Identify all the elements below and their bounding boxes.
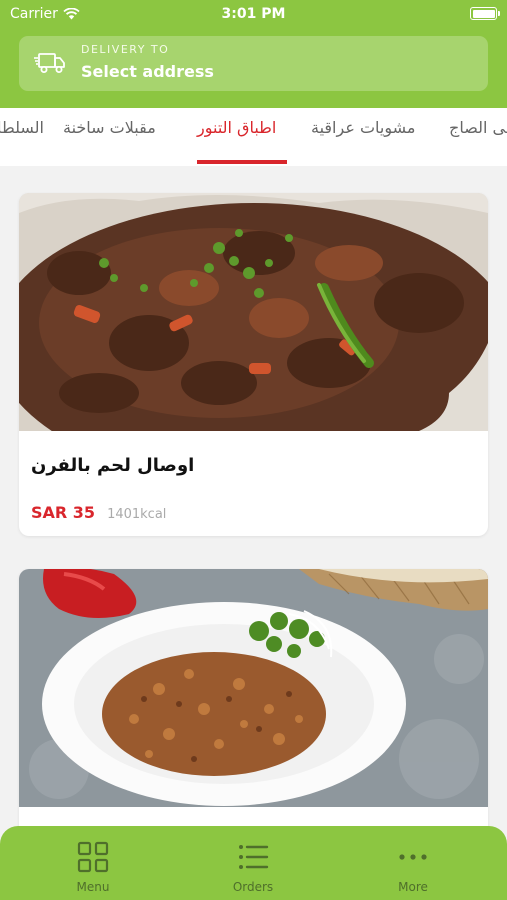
tab-salads[interactable]: السلطات (0, 118, 44, 137)
tab-saj[interactable]: على الصاج (449, 118, 507, 137)
nav-orders[interactable]: Orders (203, 826, 303, 900)
nav-menu[interactable]: Menu (43, 826, 143, 900)
delivery-truck-icon (34, 53, 65, 73)
battery-icon (470, 7, 500, 20)
nav-more[interactable]: More (363, 826, 463, 900)
category-tabs: السلطات مقبلات ساخنة اطباق التنور مشويات… (0, 108, 507, 166)
list-icon (239, 845, 269, 869)
menu-list: اوصال لحم بالفرن SAR 35 1401kcal (0, 166, 507, 900)
bottom-navigation: Menu Orders More (0, 826, 507, 900)
dish-image (19, 569, 488, 807)
delivery-address-selector[interactable]: DELIVERY TO Select address (19, 36, 488, 91)
menu-item-card[interactable] (19, 569, 488, 869)
active-tab-indicator (197, 160, 287, 164)
delivery-label: DELIVERY TO (81, 43, 170, 56)
tab-iraqi-grills[interactable]: مشويات عراقية (311, 118, 415, 137)
price-row: SAR 35 1401kcal (31, 503, 166, 522)
dish-image (19, 193, 488, 431)
delivery-address-value[interactable]: Select address (81, 62, 214, 81)
nav-menu-label: Menu (76, 880, 110, 894)
status-time: 3:01 PM (221, 6, 286, 22)
dish-calories: 1401kcal (107, 507, 167, 522)
status-bar: Carrier 3:01 PM (0, 0, 507, 28)
more-dots-icon (399, 854, 427, 860)
menu-item-card[interactable]: اوصال لحم بالفرن SAR 35 1401kcal (19, 193, 488, 536)
nav-more-label: More (398, 880, 428, 894)
grid-icon (77, 841, 109, 873)
dish-price: SAR 35 (31, 503, 96, 522)
tab-hot-appetizers[interactable]: مقبلات ساخنة (63, 118, 156, 137)
dish-name: اوصال لحم بالفرن (31, 455, 195, 476)
nav-orders-label: Orders (232, 880, 274, 894)
app-header: Carrier 3:01 PM DELIVERY TO Select addre… (0, 0, 507, 108)
tab-tannour-dishes[interactable]: اطباق التنور (197, 118, 276, 137)
